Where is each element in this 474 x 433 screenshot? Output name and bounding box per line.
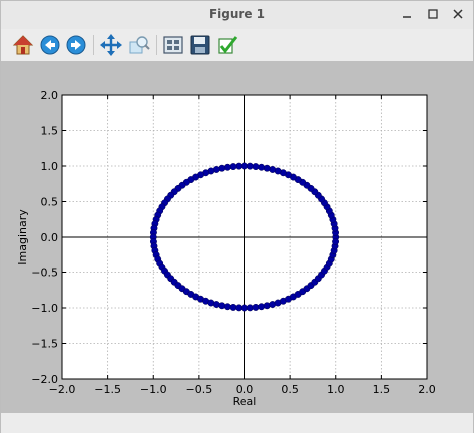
forward-arrow-icon [66, 35, 86, 55]
x-tick-label: −0.5 [186, 383, 213, 396]
checkmark-icon [218, 36, 238, 54]
x-tick-label: 1.5 [373, 383, 391, 396]
y-tick-label: 2.0 [41, 89, 59, 102]
home-icon [12, 35, 34, 55]
x-tick-label: 0.5 [281, 383, 299, 396]
toolbar-separator [93, 35, 94, 55]
close-button[interactable] [448, 5, 468, 23]
x-tick-label: −1.5 [94, 383, 121, 396]
back-arrow-icon [40, 35, 60, 55]
data-point [252, 303, 260, 311]
close-icon [453, 9, 463, 19]
edit-axis-button[interactable] [215, 33, 239, 57]
home-button[interactable] [11, 33, 35, 57]
figure-window: Figure 1 −2.0 −1.5 −1.0 −0.5 0.0 0.5 1.0… [0, 0, 474, 433]
zoom-rect-icon [129, 36, 150, 54]
plot-svg: −2.0 −1.5 −1.0 −0.5 0.0 0.5 1.0 1.5 2.0−2.0−1.5−… [16, 89, 436, 408]
configure-subplots-button[interactable] [161, 33, 185, 57]
pan-button[interactable] [99, 33, 123, 57]
forward-button[interactable] [64, 33, 88, 57]
data-point [252, 163, 260, 171]
toolbar-separator [156, 35, 157, 55]
minimize-button[interactable] [397, 5, 417, 23]
y-tick-label: −1.0 [31, 302, 58, 315]
data-point [235, 304, 243, 312]
data-point [246, 304, 254, 312]
y-tick-label: 1.0 [41, 160, 59, 173]
status-bar [1, 413, 473, 433]
subplots-icon [163, 36, 183, 54]
data-point [223, 163, 231, 171]
figure-canvas[interactable]: −2.0 −1.5 −1.0 −0.5 0.0 0.5 1.0 1.5 2.0 −2.0 −1.5−… [1, 61, 473, 413]
y-tick-label: 0.5 [41, 196, 59, 209]
y-tick-label: −2.0 [31, 373, 58, 386]
x-tick-label: −1.0 [140, 383, 167, 396]
maximize-button[interactable] [423, 5, 443, 23]
x-axis-label: Real [233, 395, 257, 408]
data-point [263, 164, 271, 172]
data-point [258, 303, 266, 311]
back-button[interactable] [38, 33, 62, 57]
navigation-toolbar [1, 29, 473, 61]
minimize-icon [403, 16, 411, 18]
data-point [235, 162, 243, 170]
data-point [229, 163, 237, 171]
data-point [246, 162, 254, 170]
zoom-button[interactable] [127, 33, 151, 57]
maximize-icon [428, 9, 438, 19]
floppy-disk-icon [190, 35, 210, 55]
data-point [218, 302, 226, 310]
data-point [332, 238, 340, 245]
data-point [229, 303, 237, 311]
data-point [241, 304, 248, 312]
pan-move-icon [100, 34, 122, 56]
y-tick-label: −1.5 [31, 338, 58, 351]
data-point [258, 163, 266, 171]
data-point [241, 162, 248, 170]
y-tick-label: −0.5 [31, 267, 58, 280]
y-tick-label: 1.5 [41, 125, 59, 138]
y-tick-label: 0.0 [41, 231, 59, 244]
data-point [223, 303, 231, 311]
x-tick-label: 1.0 [327, 383, 345, 396]
y-axis-label: Imaginary [16, 209, 29, 265]
x-tick-label: 2.0 [418, 383, 436, 396]
save-button[interactable] [188, 33, 212, 57]
title-bar[interactable]: Figure 1 [1, 1, 473, 29]
